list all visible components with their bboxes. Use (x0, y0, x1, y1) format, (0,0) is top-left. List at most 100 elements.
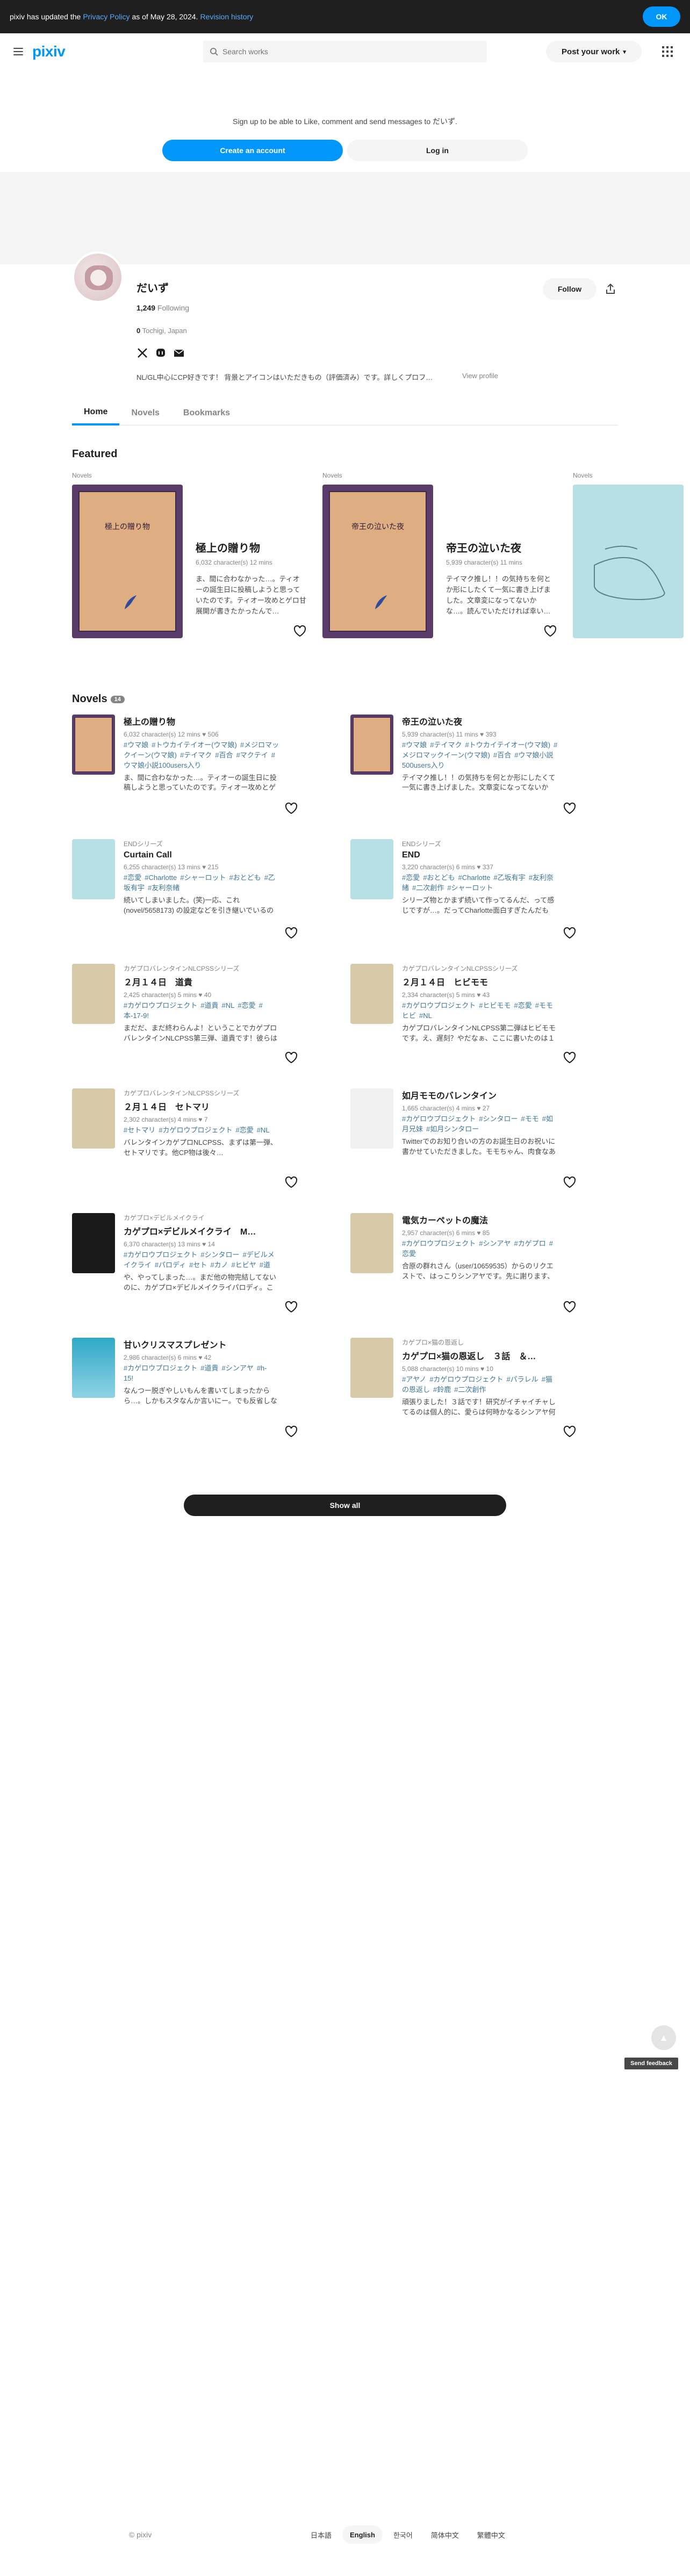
novel-title[interactable]: カゲプロ×猫の恩返し ３話 ＆… (402, 1349, 558, 1362)
novel-title[interactable]: 如月モモのバレンタイン (402, 1088, 558, 1101)
tag-link[interactable]: #カゲロウプロジェクト (402, 1001, 476, 1009)
x-twitter-icon[interactable] (136, 347, 148, 359)
tab-bookmarks[interactable]: Bookmarks (171, 401, 242, 425)
heart-icon[interactable] (284, 1174, 299, 1189)
heart-icon[interactable] (284, 1050, 299, 1065)
tag-link[interactable]: #道貴 (200, 1001, 218, 1009)
novel-title[interactable]: 極上の贈り物 (124, 715, 279, 727)
heart-icon[interactable] (562, 1174, 577, 1189)
heart-icon[interactable] (292, 623, 307, 638)
mail-icon[interactable] (173, 347, 185, 359)
tag-link[interactable]: #乙坂有宇 (493, 874, 525, 882)
share-icon[interactable] (604, 283, 617, 295)
novel-card[interactable]: カゲプロ×猫の恩返し カゲプロ×猫の恩返し ３話 ＆… 5,088 characte… (350, 1338, 619, 1445)
tag-link[interactable]: #カゲロウプロジェクト (402, 1115, 476, 1123)
tag-link[interactable]: #アヤノ (402, 1375, 426, 1383)
menu-icon[interactable] (10, 43, 27, 60)
tag-link[interactable]: #カゲロウプロジェクト (124, 1251, 197, 1259)
heart-icon[interactable] (562, 1424, 577, 1439)
tag-link[interactable]: #NL (257, 1126, 270, 1134)
tag-link[interactable]: #マクテイ (236, 751, 268, 759)
heart-icon[interactable] (284, 800, 299, 816)
novel-title[interactable]: ２月１４日 ヒビモモ (402, 975, 558, 988)
tag-link[interactable]: #トウカイテイオー(ウマ娘) (465, 741, 550, 749)
language-option[interactable]: 日本語 (303, 2526, 339, 2544)
novel-cover[interactable] (350, 1338, 393, 1398)
novel-card[interactable]: 電気カーペットの魔法 2,957 character(s) 6 mins ♥ 85… (350, 1213, 619, 1321)
novel-cover[interactable] (350, 715, 393, 775)
view-profile-link[interactable]: View profile (462, 372, 498, 380)
tag-link[interactable]: #セトマリ (124, 1126, 155, 1134)
tag-link[interactable]: #カゲロウプロジェクト (124, 1001, 197, 1009)
tag-link[interactable]: #シンアヤ (221, 1364, 253, 1372)
heart-icon[interactable] (284, 1299, 299, 1314)
tag-link[interactable]: #トウカイテイオー(ウマ娘) (152, 741, 237, 749)
novel-series[interactable]: カゲプロ×デビルメイクライ (124, 1213, 279, 1222)
tag-link[interactable]: #ヒビモモ (479, 1001, 511, 1009)
featured-work-title[interactable]: 極上の贈り物 (196, 539, 260, 555)
novel-cover[interactable] (72, 964, 115, 1024)
novel-title[interactable]: 帝王の泣いた夜 (402, 715, 558, 727)
novel-title[interactable]: 電気カーペットの魔法 (402, 1213, 558, 1226)
tag-link[interactable]: #NL (419, 1012, 432, 1020)
revision-history-link[interactable]: Revision history (200, 12, 253, 21)
featured-cover[interactable]: 帝王の泣いた夜 (322, 485, 433, 638)
tag-link[interactable]: #おとども (423, 874, 455, 882)
tag-link[interactable]: #パラレル (506, 1375, 538, 1383)
novel-cover[interactable] (72, 1213, 115, 1273)
tag-link[interactable]: #NL (221, 1001, 234, 1009)
heart-icon[interactable] (562, 800, 577, 816)
tag-link[interactable]: #シンアヤ (479, 1239, 511, 1247)
tag-link[interactable]: #テイマク (180, 751, 212, 759)
tag-link[interactable]: #カゲプロ (514, 1239, 545, 1247)
novel-series[interactable]: カゲプロバレンタインNLCPSSシリーズ (402, 964, 558, 973)
mastodon-icon[interactable] (155, 347, 167, 359)
tag-link[interactable]: #モモ (521, 1115, 538, 1123)
tag-link[interactable]: #シンタロー (479, 1115, 518, 1123)
novel-card[interactable]: カゲプロ×デビルメイクライ カゲプロ×デビルメイクライ M… 6,370 chara… (72, 1213, 341, 1321)
novel-title[interactable]: ２月１４日 道貴 (124, 975, 279, 988)
featured-cover[interactable]: 極上の贈り物 (72, 485, 183, 638)
novel-card[interactable]: カゲプロバレンタインNLCPSSシリーズ ２月１４日 道貴 2,425 charac… (72, 964, 341, 1071)
novel-card[interactable]: ENDシリーズ END 3,220 character(s) 6 mins ♥ 33… (350, 839, 619, 947)
heart-icon[interactable] (562, 1299, 577, 1314)
novel-cover[interactable] (350, 1088, 393, 1149)
tag-link[interactable]: #シンタロー (200, 1251, 239, 1259)
create-account-button[interactable]: Create an account (162, 140, 343, 161)
novel-cover[interactable] (72, 839, 115, 899)
novel-cover[interactable] (72, 1088, 115, 1149)
novel-cover[interactable] (350, 1213, 393, 1273)
tag-link[interactable]: #パロディ (155, 1261, 186, 1269)
tag-link[interactable]: #テイマク (430, 741, 462, 749)
heart-icon[interactable] (284, 925, 299, 940)
follow-button[interactable]: Follow (543, 278, 596, 300)
tag-link[interactable]: #二次創作 (412, 884, 444, 892)
novel-title[interactable]: Curtain Call (124, 850, 279, 860)
novel-card[interactable]: カゲプロバレンタインNLCPSSシリーズ ２月１４日 セトマリ 2,302 char… (72, 1088, 341, 1196)
tag-link[interactable]: #Charlotte (458, 874, 490, 882)
tag-link[interactable]: #カゲロウプロジェクト (402, 1239, 476, 1247)
tag-link[interactable]: #ウマ娘 (402, 741, 427, 749)
following-count[interactable]: 1,249 Following (136, 304, 189, 312)
apps-grid-icon[interactable] (662, 46, 673, 57)
tag-link[interactable]: #百合 (215, 751, 233, 759)
tag-link[interactable]: #セト (189, 1261, 207, 1269)
send-feedback-button[interactable]: Send feedback (624, 2058, 678, 2069)
tag-link[interactable]: #百合 (493, 751, 511, 759)
heart-icon[interactable] (284, 1424, 299, 1439)
tag-link[interactable]: #二次創作 (454, 1386, 486, 1394)
tag-link[interactable]: #道 (260, 1261, 270, 1269)
search-bar[interactable] (203, 41, 487, 62)
heart-icon[interactable] (562, 925, 577, 940)
novel-cover[interactable] (350, 964, 393, 1024)
novel-series[interactable]: カゲプロ×猫の恩返し (402, 1338, 558, 1347)
tag-link[interactable]: #恋愛 (124, 874, 141, 882)
language-option[interactable]: 한국어 (386, 2526, 420, 2544)
featured-work-title[interactable]: 帝王の泣いた夜 (446, 539, 521, 555)
tag-link[interactable]: #恋愛 (402, 874, 420, 882)
novel-series[interactable]: ENDシリーズ (124, 839, 279, 848)
language-option[interactable]: 简体中文 (423, 2526, 466, 2544)
tag-link[interactable]: #カゲロウプロジェクト (124, 1364, 197, 1372)
tag-link[interactable]: #如月シンタロー (426, 1125, 479, 1133)
featured-cover[interactable] (573, 485, 684, 638)
